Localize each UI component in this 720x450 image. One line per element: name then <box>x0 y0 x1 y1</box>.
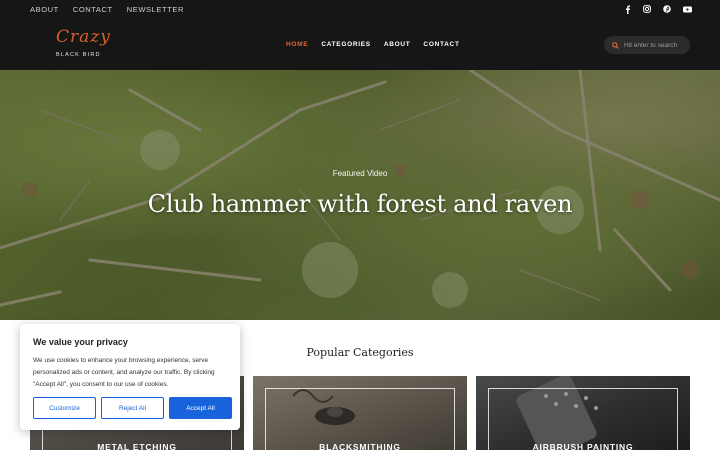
nav-contact[interactable]: CONTACT <box>423 41 459 48</box>
top-bar: ABOUT CONTACT NEWSLETTER <box>0 0 720 19</box>
cookie-consent-banner: We value your privacy We use cookies to … <box>20 324 240 430</box>
cookie-title: We value your privacy <box>33 337 128 347</box>
site-logo[interactable]: Crazy BLACK BIRD <box>56 27 116 61</box>
category-label: BLACKSMITHING <box>319 442 401 450</box>
cookie-buttons: Customize Reject All Accept All <box>33 397 232 419</box>
top-link-contact[interactable]: CONTACT <box>73 5 113 14</box>
category-label: AIRBRUSH PAINTING <box>532 442 634 450</box>
hero-kicker: Featured Video <box>332 169 388 178</box>
search-box[interactable] <box>604 36 690 54</box>
top-link-about[interactable]: ABOUT <box>30 5 59 14</box>
instagram-icon[interactable] <box>642 4 652 14</box>
nav-categories[interactable]: CATEGORIES <box>321 41 371 48</box>
pinterest-icon[interactable] <box>662 4 672 14</box>
featured-video-hero[interactable]: Featured Video Club hammer with forest a… <box>0 70 720 320</box>
cookie-text: We use cookies to enhance your browsing … <box>33 357 215 388</box>
nav-home[interactable]: HOME <box>286 41 308 48</box>
card-frame <box>488 388 678 450</box>
category-card-blacksmithing[interactable]: BLACKSMITHING <box>253 376 467 450</box>
main-nav: HOME CATEGORIES ABOUT CONTACT <box>286 41 460 48</box>
top-links: ABOUT CONTACT NEWSLETTER <box>30 5 184 14</box>
youtube-icon[interactable] <box>682 4 692 14</box>
customize-button[interactable]: Customize <box>33 397 96 419</box>
top-link-newsletter[interactable]: NEWSLETTER <box>127 5 184 14</box>
logo-script: Crazy <box>56 27 111 47</box>
search-input[interactable] <box>624 41 690 49</box>
category-card-airbrush-painting[interactable]: AIRBRUSH PAINTING <box>476 376 690 450</box>
category-label: METAL ETCHING <box>97 442 177 450</box>
card-frame <box>265 388 455 450</box>
facebook-icon[interactable] <box>622 4 632 14</box>
nav-about[interactable]: ABOUT <box>384 41 411 48</box>
reject-all-button[interactable]: Reject All <box>101 397 164 419</box>
search-icon <box>612 36 619 54</box>
accept-all-button[interactable]: Accept All <box>169 397 232 419</box>
hero-title[interactable]: Club hammer with forest and raven <box>0 190 720 218</box>
logo-subtitle: BLACK BIRD <box>56 52 101 58</box>
social-links <box>622 4 692 14</box>
site-header: Crazy BLACK BIRD HOME CATEGORIES ABOUT C… <box>0 19 720 70</box>
